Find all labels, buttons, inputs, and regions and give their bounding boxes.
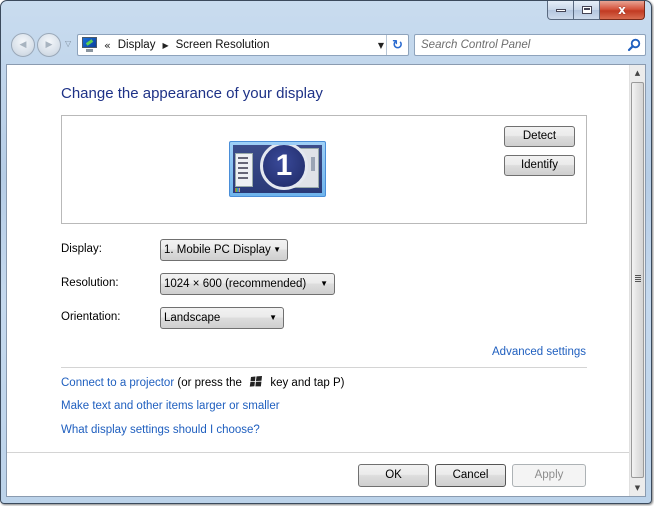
orientation-select[interactable]: Landscape ▼ [160, 307, 284, 329]
chevron-down-icon: ▼ [273, 245, 281, 254]
display-control-panel-icon [81, 37, 99, 53]
make-text-larger-link[interactable]: Make text and other items larger or smal… [61, 400, 280, 412]
address-dropdown-icon[interactable]: ▼ [378, 41, 384, 50]
minimize-button[interactable] [547, 1, 574, 20]
divider [61, 367, 587, 368]
breadcrumb-screen-resolution[interactable]: Screen Resolution [176, 39, 270, 51]
content-pane: Change the appearance of your display 1 … [6, 64, 646, 497]
display-select[interactable]: 1. Mobile PC Display ▼ [160, 239, 288, 261]
cancel-button[interactable]: Cancel [435, 464, 506, 487]
search-icon[interactable] [627, 38, 641, 52]
resolution-label: Resolution: [61, 277, 119, 289]
detect-button[interactable]: Detect [504, 126, 575, 147]
ok-label: OK [385, 469, 402, 481]
orientation-label: Orientation: [61, 311, 121, 323]
search-input[interactable]: Search Control Panel [414, 34, 646, 56]
maximize-button[interactable] [574, 1, 600, 20]
display-select-value: 1. Mobile PC Display [164, 244, 271, 256]
ok-button[interactable]: OK [358, 464, 429, 487]
grip-icon [635, 275, 641, 283]
refresh-button[interactable]: ↻ [386, 35, 408, 55]
windows-logo-icon [249, 376, 263, 387]
back-button[interactable]: ◀ [11, 33, 35, 57]
scroll-down-button[interactable]: ▼ [630, 480, 645, 496]
close-button[interactable]: x [600, 1, 645, 20]
apply-label: Apply [534, 469, 564, 481]
address-bar[interactable]: « Display ▶ Screen Resolution ▼ ↻ [77, 34, 409, 56]
breadcrumb-separator-icon[interactable]: ▶ [162, 41, 168, 50]
window-thumbnail-icon [235, 153, 253, 187]
projector-hint-post: key and tap P) [270, 377, 345, 389]
arrow-down-icon: ▼ [634, 484, 641, 492]
chevron-down-icon: ▼ [269, 313, 277, 322]
scroll-up-button[interactable]: ▲ [630, 65, 645, 81]
recent-pages-button[interactable]: ▽ [65, 40, 73, 48]
apply-button[interactable]: Apply [512, 464, 586, 487]
advanced-settings-link[interactable]: Advanced settings [492, 346, 586, 358]
arrow-left-icon: ◀ [19, 40, 27, 50]
resolution-select-value: 1024 × 600 (recommended) [164, 278, 307, 290]
refresh-icon: ↻ [392, 37, 403, 53]
minimize-icon [555, 8, 566, 12]
cancel-label: Cancel [452, 469, 489, 481]
maximize-icon [581, 6, 592, 14]
screen-resolution-window: x ◀ ▶ ▽ « Display ▶ Screen Resolution ▼ … [0, 0, 652, 504]
search-placeholder: Search Control Panel [421, 39, 531, 51]
monitor-preview-area: 1 Detect Identify [61, 115, 587, 224]
arrow-up-icon: ▲ [634, 69, 641, 77]
breadcrumb-overflow-button[interactable]: « [104, 39, 111, 52]
page-title: Change the appearance of your display [61, 85, 323, 102]
projector-line: Connect to a projector (or press the key… [61, 376, 344, 389]
divider [7, 452, 633, 453]
identify-button[interactable]: Identify [504, 155, 575, 176]
navigation-bar: ◀ ▶ ▽ « Display ▶ Screen Resolution ▼ ↻ … [9, 32, 647, 58]
monitor-1-thumbnail[interactable]: 1 [229, 141, 326, 197]
caption-buttons: x [547, 1, 645, 21]
close-icon: x [618, 3, 626, 17]
projector-hint-pre: (or press the [177, 377, 242, 389]
orientation-select-value: Landscape [164, 312, 221, 324]
chevron-down-icon: ▽ [65, 39, 72, 48]
start-orb-icon [235, 188, 240, 192]
forward-button[interactable]: ▶ [37, 33, 61, 57]
detect-label: Detect [522, 130, 557, 142]
breadcrumb-display[interactable]: Display [118, 39, 156, 51]
scrollbar-thumb[interactable] [631, 82, 644, 478]
arrow-right-icon: ▶ [45, 40, 53, 50]
chevron-down-icon: ▼ [320, 279, 328, 288]
identify-label: Identify [520, 159, 559, 171]
connect-projector-link[interactable]: Connect to a projector [61, 377, 174, 389]
display-settings-help-link[interactable]: What display settings should I choose? [61, 424, 260, 436]
display-label: Display: [61, 243, 102, 255]
vertical-scrollbar[interactable]: ▲ ▼ [629, 65, 645, 496]
resolution-select[interactable]: 1024 × 600 (recommended) ▼ [160, 273, 335, 295]
